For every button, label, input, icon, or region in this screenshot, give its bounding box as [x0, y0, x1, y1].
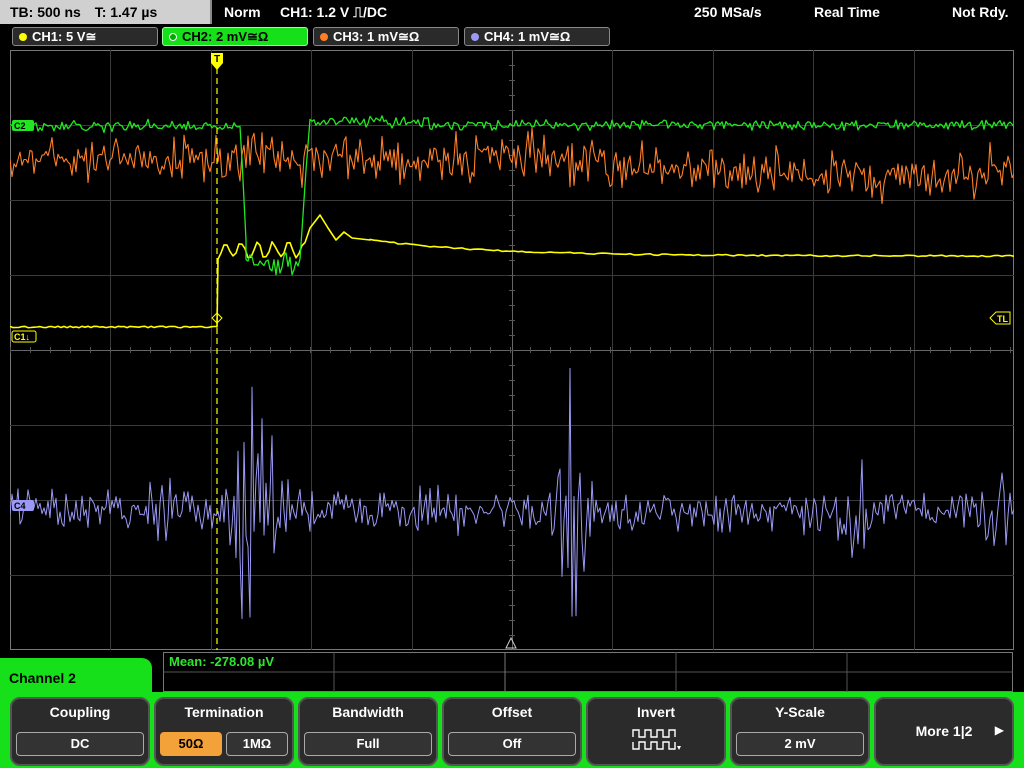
mean-measurement[interactable]: Mean: -278.08 µV	[169, 654, 274, 669]
termination-softkey[interactable]: Termination 50Ω 1MΩ	[154, 697, 294, 766]
ch4-reference-marker[interactable]: C4	[12, 500, 34, 511]
measurement-grid	[163, 652, 1013, 692]
invert-softkey[interactable]: Invert	[586, 697, 726, 766]
y-scale-value[interactable]: 2 mV	[736, 732, 864, 756]
bandwidth-title: Bandwidth	[332, 704, 404, 720]
more-label: More 1|2	[915, 723, 973, 739]
ch2-reference-marker[interactable]: C2	[12, 120, 34, 131]
top-status-bar: TB: 500 ns T: 1.47 µs Norm CH1: 1.2 V ⎍/…	[0, 0, 1024, 25]
channel-tab-ch2[interactable]: CH2: 2 mV≅Ω	[162, 27, 308, 46]
bandwidth-softkey[interactable]: Bandwidth Full	[298, 697, 438, 766]
ch2-label: CH2: 2 mV≅Ω	[182, 29, 269, 44]
termination-50-option[interactable]: 50Ω	[160, 732, 222, 756]
invert-waveform-icon	[632, 729, 681, 750]
offset-softkey[interactable]: Offset Off	[442, 697, 582, 766]
acquisition-mode: Real Time	[814, 4, 880, 20]
menu-title: Channel 2	[9, 670, 76, 686]
more-softkey[interactable]: More 1|2 ▶	[874, 697, 1014, 766]
waveform-display[interactable]: T C2 C1↓ C4 TL	[10, 50, 1014, 650]
ch4-label: CH4: 1 mV≅Ω	[484, 29, 571, 44]
offset-title: Offset	[491, 704, 533, 720]
svg-text:TL: TL	[997, 314, 1008, 324]
svg-text:C1↓: C1↓	[14, 332, 30, 342]
ch1-label: CH1: 5 V≅	[32, 29, 97, 44]
timebase-box[interactable]: TB: 500 ns T: 1.47 µs	[0, 0, 212, 24]
offset-value[interactable]: Off	[448, 732, 576, 756]
timebase-readout: TB: 500 ns	[10, 4, 81, 20]
ch2-color-dot	[169, 32, 177, 41]
ch1-reference-marker[interactable]: C1↓	[11, 330, 37, 343]
svg-text:C2: C2	[14, 121, 26, 131]
channel-tab-ch1[interactable]: CH1: 5 V≅	[12, 27, 158, 46]
channel-tab-ch3[interactable]: CH3: 1 mV≅Ω	[313, 27, 459, 46]
ch3-label: CH3: 1 mV≅Ω	[333, 29, 420, 44]
termination-title: Termination	[184, 704, 264, 720]
invert-title: Invert	[636, 704, 676, 720]
bandwidth-value[interactable]: Full	[304, 732, 432, 756]
waveform-svg: T C2 C1↓ C4 TL	[10, 50, 1014, 650]
ch3-color-dot	[320, 32, 328, 41]
termination-1m-option[interactable]: 1MΩ	[226, 732, 288, 756]
trigger-info[interactable]: CH1: 1.2 V ⎍/DC	[280, 0, 387, 24]
coupling-softkey[interactable]: Coupling DC	[10, 697, 150, 766]
coupling-value[interactable]: DC	[16, 732, 144, 756]
y-scale-softkey[interactable]: Y-Scale 2 mV	[730, 697, 870, 766]
coupling-title: Coupling	[49, 704, 111, 720]
ch4-color-dot	[471, 32, 479, 41]
trigger-status: Not Rdy.	[952, 4, 1009, 20]
next-page-arrow-icon: ▶	[994, 723, 1004, 737]
trigger-mode[interactable]: Norm	[224, 0, 261, 24]
ch1-color-dot	[19, 32, 27, 41]
trigger-time-readout: T: 1.47 µs	[94, 4, 158, 20]
channel-tab-ch4[interactable]: CH4: 1 mV≅Ω	[464, 27, 610, 46]
measurement-panel: Mean: -278.08 µV	[163, 652, 1013, 692]
y-scale-title: Y-Scale	[775, 704, 825, 720]
sample-rate: 250 MSa/s	[694, 4, 762, 20]
svg-text:C4: C4	[14, 501, 26, 511]
svg-text:T: T	[214, 54, 220, 65]
